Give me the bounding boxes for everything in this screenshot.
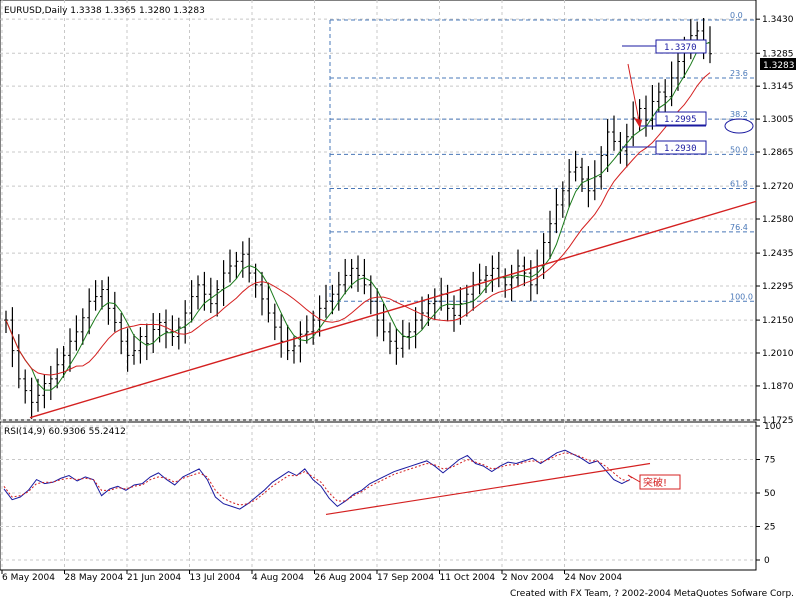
date-tick-label: 17 Sep 2004 [377, 573, 434, 583]
fib-level-label: 50.0 [730, 145, 748, 154]
date-tick-label: 28 May 2004 [65, 573, 124, 583]
rsi-tick-label: 50 [764, 489, 776, 499]
rsi-tick-label: 100 [764, 422, 781, 432]
price-tick-label: 1.3005 [762, 115, 794, 125]
price-tick-label: 1.2580 [762, 215, 794, 225]
price-tick-label: 1.2435 [762, 249, 794, 259]
price-tick-label: 1.3145 [762, 82, 794, 92]
fib-level-label: 100.0 [730, 292, 753, 301]
date-tick-label: 13 Jul 2004 [190, 573, 241, 583]
price-tick-label: 1.1870 [762, 382, 794, 392]
price-tick-label: 1.3430 [762, 15, 794, 25]
price-tick-label: 1.2720 [762, 182, 794, 192]
date-tick-label: 2 Nov 2004 [502, 573, 554, 583]
date-tick-label: 21 Jun 2004 [127, 573, 181, 583]
rsi-tick-label: 25 [764, 523, 775, 533]
main-panel-frame [0, 0, 757, 421]
rsi-tick-label: 75 [764, 456, 775, 466]
rsi-tick-label: 0 [764, 556, 770, 566]
price-tick-label: 1.2295 [762, 282, 794, 292]
main-header: EURUSD,Daily 1.3338 1.3365 1.3280 1.3283 [4, 6, 205, 16]
price-tick-label: 1.3285 [762, 49, 794, 59]
date-axis: 6 May 2004 28 May 2004 21 Jun 2004 13 Jul 2… [1, 570, 623, 583]
callout-low: 1.2930 [664, 144, 697, 154]
chart-canvas: 0.0 23.6 38.2 50.0 61.8 76.4 100.0 1.3430 1.328… [0, 0, 796, 599]
price-axis: 1.3430 1.3285 1.3145 1.3005 1.2865 1.2720 1.25… [756, 15, 794, 566]
price-tick-label: 1.2010 [762, 349, 794, 359]
fib-level-label: 61.8 [730, 179, 748, 188]
date-tick-label: 4 Aug 2004 [252, 573, 304, 583]
fib-level-label: 38.2 [730, 110, 748, 119]
callout-top: 1.3370 [664, 43, 697, 53]
date-tick-label: 6 May 2004 [2, 573, 55, 583]
price-tick-label: 1.2865 [762, 148, 794, 158]
date-tick-label: 11 Oct 2004 [440, 573, 496, 583]
date-tick-label: 24 Nov 2004 [565, 573, 623, 583]
footer-credit: Created with FX Team, ? 2002-2004 MetaQu… [510, 589, 794, 599]
fib-level-label: 0.0 [730, 11, 743, 20]
rsi-header: RSI(14,9) 60.9306 55.2412 [4, 427, 126, 437]
breakout-label: 突破! [643, 476, 667, 489]
callout-mid: 1.2995 [664, 115, 697, 125]
date-tick-label: 26 Aug 2004 [315, 573, 373, 583]
price-tag: 1.3283 [763, 61, 795, 71]
fib-level-label: 76.4 [730, 223, 748, 232]
rsi-panel-frame [0, 421, 757, 571]
fib-level-label: 23.6 [730, 69, 748, 78]
price-tick-label: 1.2150 [762, 316, 794, 326]
